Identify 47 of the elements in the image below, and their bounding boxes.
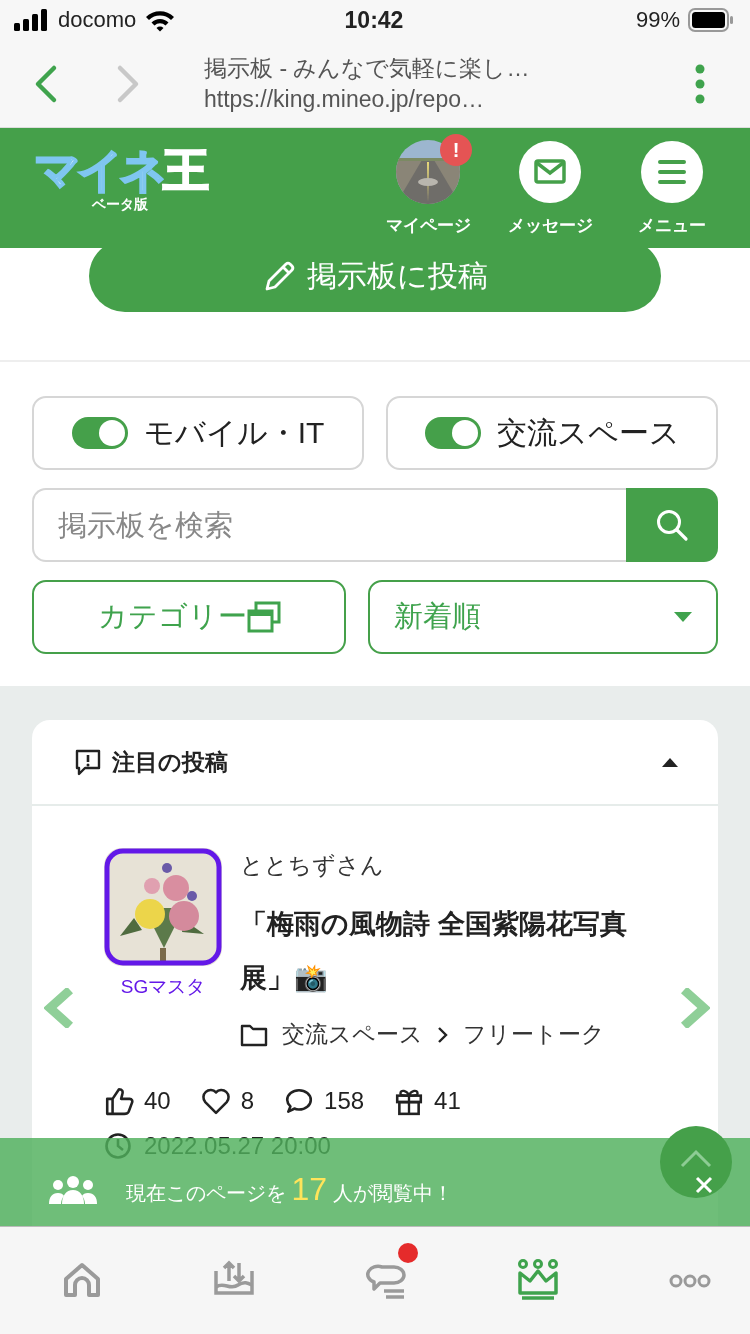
stat-count: 41 [434,1087,461,1115]
next-icon[interactable] [678,988,710,1028]
stat-count: 40 [144,1087,171,1115]
heart-icon[interactable] [200,1086,231,1116]
alert-badge: ! [440,134,472,166]
chevron-up-icon [679,1147,713,1168]
toggle-switch[interactable] [424,417,481,449]
speech-bubble-icon[interactable] [284,1086,315,1116]
thumbs-up-icon[interactable] [104,1086,134,1116]
search-button[interactable] [626,488,718,562]
search-field[interactable]: 掲示板を検索 [32,488,626,562]
section-title: 注目の投稿 [112,747,228,777]
previous-icon[interactable] [44,988,76,1028]
windows-icon [246,601,281,633]
filter-toggle[interactable]: 交流スペース [386,396,718,470]
battery-percent: 99% [635,7,680,33]
search-icon [655,508,689,542]
toggle-switch[interactable] [71,417,128,449]
page-title: 掲示板 - みんなで気軽に楽し… [204,53,530,83]
close-icon[interactable] [695,1176,713,1194]
caret-up-icon[interactable] [662,757,678,767]
author-name[interactable]: ととちずさん [240,850,384,881]
wifi-icon [144,8,177,32]
chevron-right-icon [437,1025,449,1044]
page-url[interactable]: https://king.mineo.jp/repo… [204,83,484,115]
more-menu-icon[interactable] [694,63,706,104]
logo-subtitle: ベータ版 [91,196,148,214]
viewer-count-text: 現在このページを 17 人が閲覧中！ [126,1170,453,1208]
folder-icon [240,1022,268,1047]
signal-icon [14,9,50,31]
category-link[interactable]: 交流スペース [282,1019,423,1050]
menu-icon[interactable] [641,141,703,203]
post-date: 2022.05.27 20:00 [144,1132,331,1160]
filter-toggle[interactable]: モバイル・IT [32,396,364,470]
stat-count: 158 [324,1087,365,1115]
people-icon [48,1174,98,1204]
carrier-name: docomo [58,7,137,33]
mail-icon[interactable] [519,141,581,203]
user-rank: SGマスタ [120,975,206,999]
category-link[interactable]: フリートーク [463,1019,605,1050]
stat-count: 8 [240,1087,255,1115]
clock-time: 10:42 [344,6,404,34]
battery-icon [688,8,734,32]
post-title[interactable]: 「梅雨の風物詩 全国紫陽花写真展」📸 [240,897,632,1005]
crown-icon[interactable] [516,1258,560,1303]
alert-comment-icon [74,748,102,776]
caret-down-icon [674,612,692,622]
